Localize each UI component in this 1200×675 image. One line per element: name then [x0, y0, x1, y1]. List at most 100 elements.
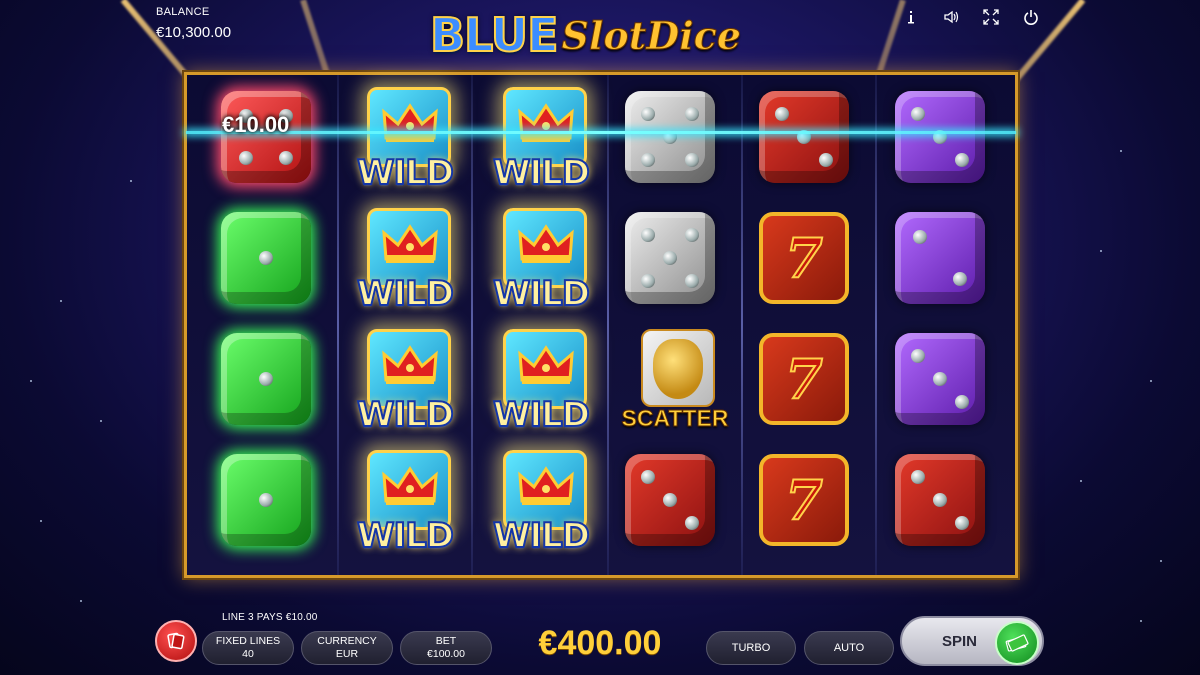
spin-button[interactable]: SPIN [900, 616, 1044, 666]
star [1080, 480, 1082, 482]
crown-icon [518, 344, 574, 386]
wild-symbol: WILD [349, 85, 457, 195]
scatter-symbol: SCATTER [619, 327, 729, 437]
die-pip [819, 153, 833, 167]
power-icon[interactable] [1020, 6, 1042, 28]
wild-symbol: WILD [485, 327, 593, 437]
star [1120, 150, 1122, 152]
star [130, 180, 132, 182]
wild-label: WILD [356, 394, 455, 436]
die-pip [913, 230, 927, 244]
crown-icon [518, 223, 574, 265]
star [1150, 380, 1152, 382]
die-pip [955, 395, 969, 409]
star [1160, 560, 1162, 562]
wild-tile: WILD [349, 448, 457, 562]
dark-red-die-icon [759, 91, 849, 183]
top-toolbar [900, 6, 1042, 28]
seven-symbol: 7 [753, 206, 861, 316]
purple-die-2-symbol [889, 206, 997, 316]
fixed-lines-display[interactable]: FIXED LINES 40 [202, 631, 294, 665]
balance-label: BALANCE [156, 6, 210, 18]
die-pip [685, 228, 699, 242]
die-pip [955, 516, 969, 530]
money-icon [995, 621, 1039, 665]
wild-label: WILD [492, 152, 591, 194]
sound-icon[interactable] [940, 6, 962, 28]
purple-die-icon [895, 91, 985, 183]
die-pip [641, 470, 655, 484]
fixed-lines-label: FIXED LINES [215, 635, 281, 647]
scatter-label: SCATTER [621, 405, 729, 432]
die-pip [911, 107, 925, 121]
mask-tile [641, 329, 715, 407]
red-die-3-symbol [889, 448, 997, 558]
purple-die-icon [895, 333, 985, 425]
star [1100, 250, 1102, 252]
die-pip [279, 151, 293, 165]
purple-die-icon [895, 212, 985, 304]
die-pip [911, 349, 925, 363]
star [60, 300, 62, 302]
wild-symbol: WILD [485, 85, 593, 195]
die-pip [953, 272, 967, 286]
logo-text-slotdice: SlotDice [561, 12, 741, 58]
bet-value: €100.00 [427, 648, 465, 660]
die-pip [663, 493, 677, 507]
die-pip [663, 251, 677, 265]
star [100, 420, 102, 422]
red-die-3-symbol [753, 85, 861, 195]
wild-symbol: WILD [349, 206, 457, 316]
grey-die-icon [625, 91, 715, 183]
seven-symbol: 7 [753, 327, 861, 437]
grey-die-5-symbol [619, 206, 727, 316]
wild-tile: WILD [485, 327, 593, 441]
die-pip [933, 372, 947, 386]
reels-frame: WILD WILD WILD WILD WILD WILD WILD WILD SCATTER 7… [184, 72, 1018, 578]
green-die-1-symbol [215, 448, 323, 558]
paytable-button[interactable] [155, 620, 197, 662]
currency-value: EUR [335, 648, 359, 660]
currency-display[interactable]: CURRENCY EUR [301, 631, 393, 665]
die-pip [239, 151, 253, 165]
auto-button[interactable]: AUTO [804, 631, 894, 665]
die-pip [685, 516, 699, 530]
grey-die-icon [625, 212, 715, 304]
purple-die-3-symbol [889, 85, 997, 195]
wild-symbol: WILD [485, 448, 593, 558]
crown-icon [382, 465, 438, 507]
balance-value: €10,300.00 [156, 24, 232, 41]
wild-label: WILD [356, 273, 455, 315]
wild-tile: WILD [349, 206, 457, 320]
fullscreen-icon[interactable] [980, 6, 1002, 28]
wild-tile: WILD [485, 85, 593, 199]
die-pip [259, 372, 273, 386]
red-die-3-symbol [619, 448, 727, 558]
die-pip [641, 274, 655, 288]
wild-label: WILD [492, 394, 591, 436]
mask-icon [653, 339, 703, 399]
star [1140, 620, 1142, 622]
wild-symbol: WILD [349, 448, 457, 558]
game-logo: BLUE SlotDice [429, 4, 770, 66]
reel-5: 7 7 7 [739, 85, 875, 569]
green-die-1-symbol [215, 327, 323, 437]
green-die-icon [221, 212, 311, 304]
turbo-button[interactable]: TURBO [706, 631, 796, 665]
reel-1 [201, 85, 337, 569]
green-die-icon [221, 454, 311, 546]
cards-icon [167, 632, 185, 650]
spin-label: SPIN [942, 633, 978, 650]
die-pip [911, 470, 925, 484]
dark-red-die-icon [895, 454, 985, 546]
bet-selector[interactable]: BET €100.00 [400, 631, 492, 665]
bet-label: BET [435, 635, 457, 647]
info-icon[interactable] [900, 6, 922, 28]
die-pip [259, 493, 273, 507]
reel-2: WILD WILD WILD WILD [335, 85, 471, 569]
die-pip [685, 153, 699, 167]
seven-symbol: 7 [753, 448, 861, 558]
die-pip [641, 107, 655, 121]
die-pip [685, 107, 699, 121]
wild-tile: WILD [485, 448, 593, 562]
